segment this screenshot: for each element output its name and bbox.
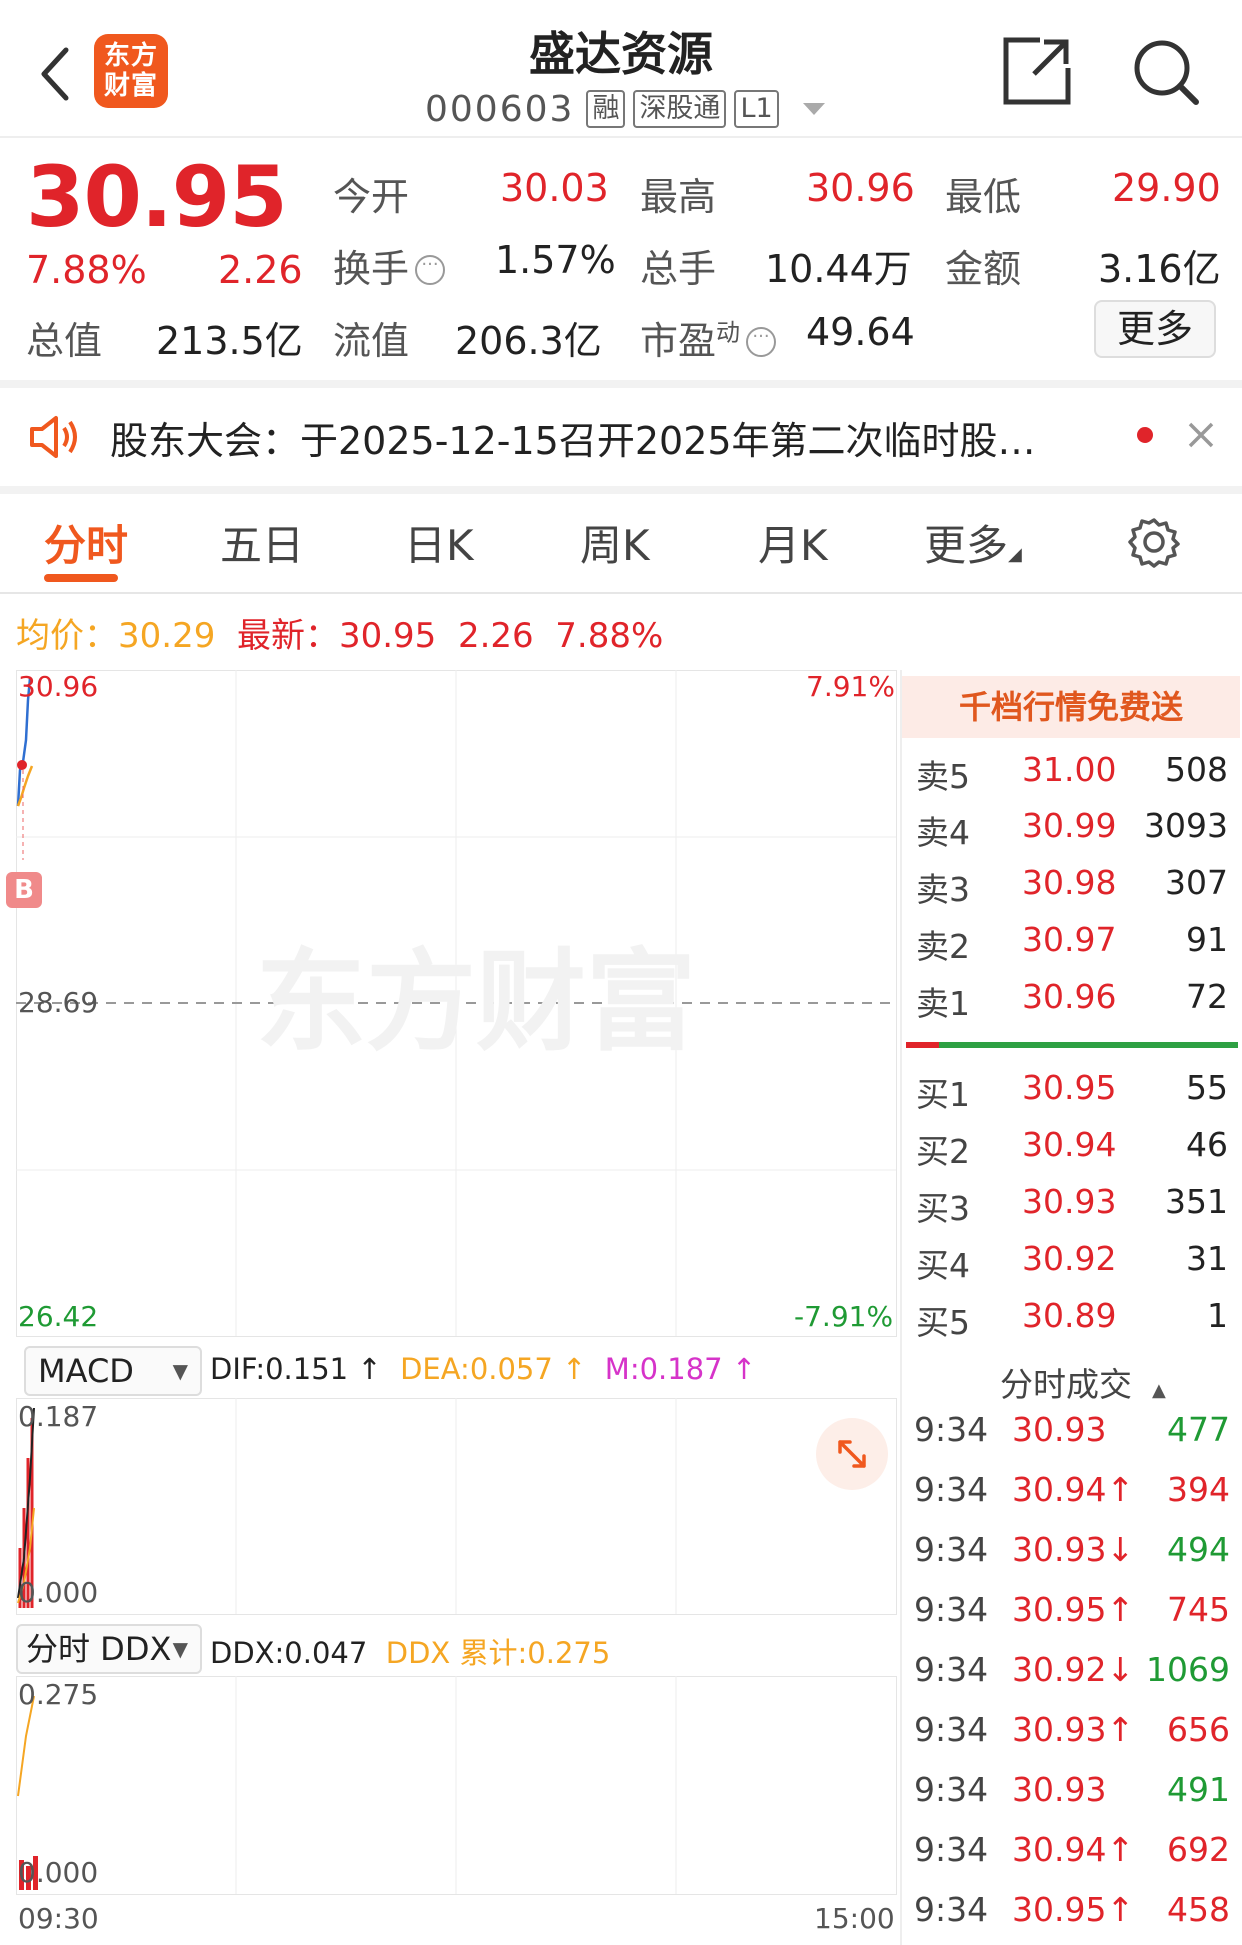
active-tab-indicator [44, 574, 118, 582]
turnover-label: 换手 ··· [333, 238, 446, 293]
last-price: 30.95 [26, 148, 288, 246]
low-label: 最低 [945, 175, 1022, 219]
ddx-chart[interactable] [16, 1676, 898, 1896]
notice-text: 股东大会：于2025-12-15召开2025年第二次临时股… [110, 419, 1036, 463]
pe-value: 49.64 [806, 310, 915, 354]
tick-row: 9:34 30.93↑ 656 [914, 1710, 1230, 1749]
tab-monthly-k[interactable]: 月K [758, 512, 828, 573]
watermark: 东方财富 [256, 938, 696, 1066]
unread-dot [1137, 427, 1153, 443]
panel-divider [900, 670, 902, 1945]
divider [0, 592, 1242, 594]
tick-row: 9:34 30.95↑ 458 [914, 1890, 1230, 1929]
macd-selector[interactable]: MACD ▼ [24, 1346, 202, 1396]
mktcap-label: 总值 [26, 319, 103, 363]
float-value: 206.3亿 [455, 319, 602, 363]
bid-row: 买1 30.95 55 [916, 1068, 1228, 1114]
top-bar: 东方 财富 盛达资源 000603 融 深股通 L1 [0, 0, 1242, 138]
share-icon[interactable] [1000, 34, 1074, 108]
macd-chart[interactable] [16, 1398, 898, 1616]
pe-label: 市盈动 ··· [640, 310, 777, 365]
divider [0, 486, 1242, 494]
tick-row: 9:34 30.95↑ 745 [914, 1590, 1230, 1629]
more-button[interactable]: 更多 [1094, 300, 1216, 358]
low-value: 29.90 [1112, 166, 1221, 210]
tag-connect: 深股通 [633, 90, 727, 128]
info-icon[interactable]: ··· [746, 327, 777, 357]
volume-label: 总手 [640, 247, 717, 291]
price-dot [17, 760, 27, 770]
ddx-values: DDX:0.047 DDX 累计:0.275 [210, 1636, 611, 1670]
tab-more[interactable]: 更多◢ [924, 512, 1022, 573]
tag-level: L1 [734, 90, 779, 128]
change-amount: 2.26 [218, 248, 303, 292]
search-icon[interactable] [1130, 36, 1202, 108]
bid-row: 买3 30.93 351 [916, 1182, 1228, 1228]
tag-margin: 融 [586, 90, 626, 128]
tick-row: 9:34 30.93 477 [914, 1410, 1230, 1449]
bid-row: 买2 30.94 46 [916, 1125, 1228, 1171]
ask-row: 卖1 30.96 72 [916, 977, 1228, 1023]
divider [0, 380, 1242, 388]
pct-axis-max: 7.91% [806, 670, 895, 703]
info-icon[interactable]: ··· [415, 255, 446, 285]
y-axis-min: 26.42 [18, 1300, 99, 1333]
tab-daily-k[interactable]: 日K [404, 512, 474, 573]
buy-sell-ratio-bar [906, 1042, 1238, 1048]
change-percent: 7.88% [26, 248, 147, 292]
orderbook-promo[interactable]: 千档行情免费送 [902, 676, 1240, 738]
avg-latest-line: 均价：30.29 最新：30.95 2.26 7.88% [16, 616, 664, 656]
turnover-value: 1.57% [495, 238, 616, 282]
tab-intraday[interactable]: 分时 [44, 512, 128, 573]
chevron-down-icon[interactable] [802, 103, 825, 115]
ddx-selector[interactable]: 分时 DDX ▼ [16, 1624, 202, 1674]
ddx-axis-min: 0.000 [18, 1856, 99, 1889]
settings-gear-icon[interactable] [1128, 516, 1180, 568]
tick-row: 9:34 30.94↑ 692 [914, 1830, 1230, 1869]
close-icon[interactable] [1186, 420, 1216, 450]
ask-row: 卖2 30.97 91 [916, 920, 1228, 966]
float-label: 流值 [333, 319, 410, 363]
tab-5day[interactable]: 五日 [220, 512, 304, 573]
time-axis-end: 15:00 [814, 1902, 895, 1935]
ask-row: 卖4 30.99 3093 [916, 806, 1228, 852]
amount-label: 金额 [945, 247, 1022, 291]
buy-ratio-fill [906, 1042, 940, 1048]
high-label: 最高 [640, 175, 717, 219]
tick-row: 9:34 30.94↑ 394 [914, 1470, 1230, 1509]
latest-price: 30.95 [338, 616, 437, 656]
tick-row: 9:34 30.92↓ 1069 [914, 1650, 1230, 1689]
stock-code-row[interactable]: 000603 融 深股通 L1 [425, 88, 825, 130]
volume-value: 10.44万 [765, 247, 912, 291]
high-value: 30.96 [806, 166, 915, 210]
ddx-axis-max: 0.275 [18, 1678, 99, 1711]
y-axis-mid: 28.69 [18, 986, 99, 1019]
avg-price: 30.29 [118, 616, 216, 656]
bid-row: 买5 30.89 1 [916, 1296, 1228, 1342]
mktcap-value: 213.5亿 [156, 319, 303, 363]
amount-value: 3.16亿 [1098, 247, 1221, 291]
time-axis-start: 09:30 [18, 1902, 99, 1935]
bid-row: 买4 30.92 31 [916, 1239, 1228, 1285]
tab-weekly-k[interactable]: 周K [580, 512, 650, 573]
ticks-header[interactable]: 分时成交 ▲ [1000, 1358, 1166, 1406]
macd-values: DIF:0.151 ↑ DEA:0.057 ↑ M:0.187 ↑ [210, 1352, 757, 1386]
tick-row: 9:34 30.93↓ 494 [914, 1530, 1230, 1569]
expand-button[interactable] [816, 1418, 888, 1490]
buy-marker-badge[interactable]: B [6, 872, 42, 908]
pct-axis-min: -7.91% [794, 1300, 894, 1333]
tick-row: 9:34 30.93 491 [914, 1770, 1230, 1809]
notice-bar[interactable]: 股东大会：于2025-12-15召开2025年第二次临时股… [0, 388, 1242, 486]
speaker-icon [30, 416, 77, 458]
open-value: 30.03 [500, 166, 609, 210]
intraday-price-chart[interactable]: 东方财富 [16, 670, 898, 1338]
expand-icon [838, 1440, 866, 1468]
macd-axis-min: 0.000 [18, 1576, 99, 1609]
y-axis-max: 30.96 [18, 670, 99, 703]
open-label: 今开 [333, 175, 410, 219]
macd-axis-max: 0.187 [18, 1400, 99, 1433]
ask-row: 卖5 31.00 508 [916, 750, 1228, 796]
ask-row: 卖3 30.98 307 [916, 863, 1228, 909]
stock-code: 000603 [425, 88, 575, 130]
